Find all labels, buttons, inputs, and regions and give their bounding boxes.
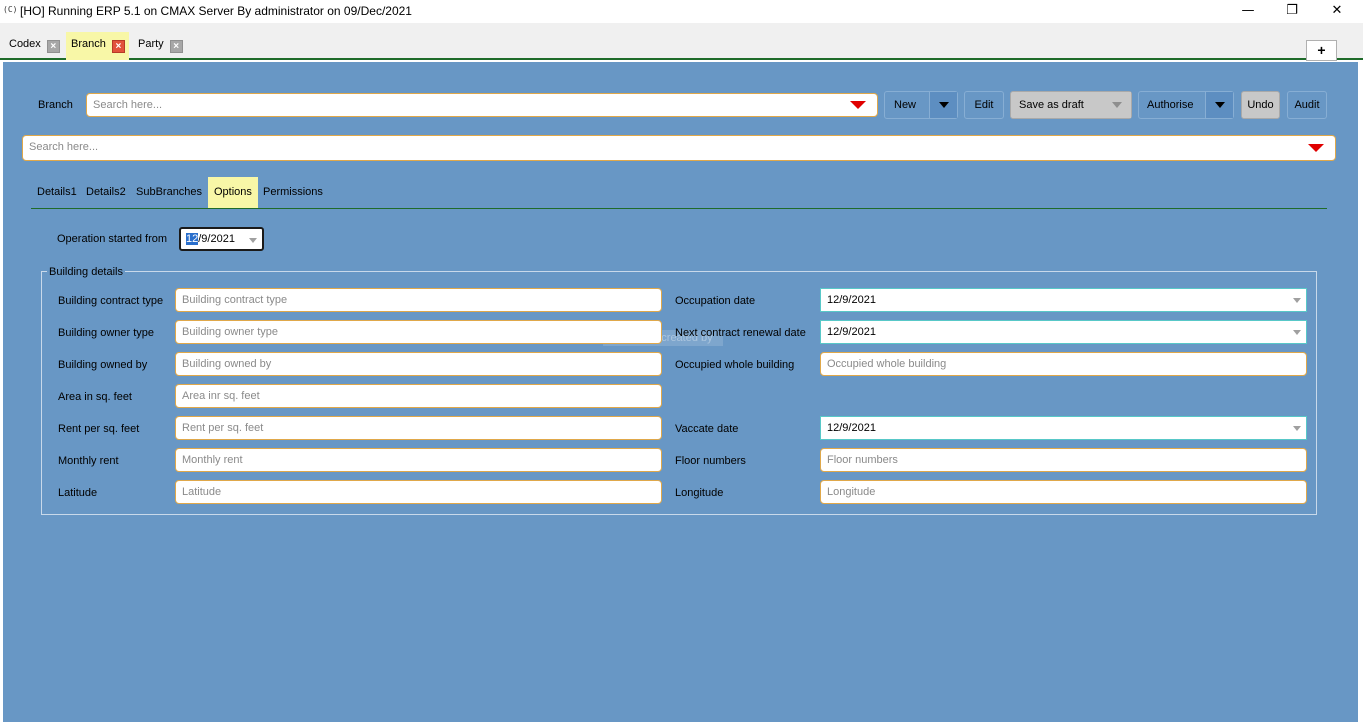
tab-details1[interactable]: Details1 <box>31 177 83 208</box>
edit-button[interactable]: Edit <box>964 91 1004 119</box>
document-tab-strip: Codex × Branch × Party × + <box>0 23 1363 61</box>
sub-tab-strip: Details1 Details2 SubBranches Options Pe… <box>31 177 1327 209</box>
tab-details2[interactable]: Details2 <box>80 177 132 208</box>
title-bar: (C) [HO] Running ERP 5.1 on CMAX Server … <box>0 0 1363 23</box>
new-dropdown-icon[interactable] <box>929 92 957 118</box>
tab-options[interactable]: Options <box>208 177 258 208</box>
building-owned-by-input[interactable]: Building owned by <box>175 352 662 376</box>
latitude-label: Latitude <box>58 487 98 499</box>
new-button[interactable]: New <box>884 91 958 119</box>
branch-search-input[interactable]: Search here... <box>86 93 878 117</box>
occupation-date-value: 12/9/2021 <box>827 294 876 306</box>
monthly-rent-label: Monthly rent <box>58 455 119 467</box>
vaccate-date-picker[interactable]: 12/9/2021 <box>820 416 1307 440</box>
record-search-input[interactable]: Search here... <box>22 135 1336 161</box>
doc-tab-label: Party <box>138 38 164 50</box>
dropdown-arrow-icon[interactable] <box>850 101 866 109</box>
tab-subbranches[interactable]: SubBranches <box>130 177 208 208</box>
placeholder: Floor numbers <box>827 454 898 466</box>
authorise-label: Authorise <box>1147 99 1194 111</box>
date-selected-part: 12 <box>186 233 199 245</box>
tab-close-icon[interactable]: × <box>46 40 60 53</box>
area-sq-feet-label: Area in sq. feet <box>58 391 132 403</box>
minimize-icon[interactable]: — <box>1234 2 1262 20</box>
placeholder: Monthly rent <box>182 454 243 466</box>
next-contract-renewal-date-picker[interactable]: 12/9/2021 <box>820 320 1307 344</box>
window-title: [HO] Running ERP 5.1 on CMAX Server By a… <box>20 4 412 18</box>
next-contract-renewal-label: Next contract renewal date <box>675 327 806 339</box>
new-button-label: New <box>894 99 917 111</box>
placeholder: Building owned by <box>182 358 272 370</box>
placeholder: Latitude <box>182 486 222 498</box>
branch-label: Branch <box>38 99 73 111</box>
doc-tab-branch[interactable]: Branch × <box>66 32 129 60</box>
area-sq-feet-input[interactable]: Area inr sq. feet <box>175 384 662 408</box>
authorise-dropdown-icon[interactable] <box>1205 92 1233 118</box>
operation-started-label: Operation started from <box>57 233 168 245</box>
vaccate-date-label: Vaccate date <box>675 423 739 435</box>
tab-permissions[interactable]: Permissions <box>257 177 329 208</box>
floor-numbers-label: Floor numbers <box>675 455 746 467</box>
tab-close-icon[interactable]: × <box>169 40 183 53</box>
placeholder: Area inr sq. feet <box>182 390 260 402</box>
app-icon: (C) <box>3 5 18 14</box>
occupied-whole-building-label: Occupied whole building <box>675 359 795 371</box>
save-draft-dropdown-icon[interactable] <box>1103 92 1131 118</box>
placeholder: Occupied whole building <box>827 358 947 370</box>
save-as-draft-label: Save as draft <box>1019 99 1084 111</box>
audit-button[interactable]: Audit <box>1287 91 1327 119</box>
building-contract-type-label: Building contract type <box>58 295 164 307</box>
rent-per-sq-feet-input[interactable]: Rent per sq. feet <box>175 416 662 440</box>
building-owner-type-label: Building owner type <box>58 327 155 339</box>
placeholder: Building contract type <box>182 294 288 306</box>
building-owned-by-label: Building owned by <box>58 359 148 371</box>
rent-per-sq-feet-label: Rent per sq. feet <box>58 423 140 435</box>
chevron-down-icon[interactable] <box>246 231 260 249</box>
building-contract-type-input[interactable]: Building contract type <box>175 288 662 312</box>
vaccate-date-value: 12/9/2021 <box>827 422 876 434</box>
dropdown-arrow-icon[interactable] <box>1308 144 1324 152</box>
tab-close-icon[interactable]: × <box>111 40 125 53</box>
longitude-input[interactable]: Longitude <box>820 480 1307 504</box>
record-search-placeholder: Search here... <box>29 141 99 153</box>
doc-tab-codex[interactable]: Codex × <box>4 32 64 60</box>
floor-numbers-input[interactable]: Floor numbers <box>820 448 1307 472</box>
branch-search-placeholder: Search here... <box>93 99 163 111</box>
chevron-down-icon[interactable] <box>1290 419 1304 437</box>
placeholder: Rent per sq. feet <box>182 422 264 434</box>
building-owner-type-input[interactable]: Building owner type <box>175 320 662 344</box>
chevron-down-icon[interactable] <box>1290 323 1304 341</box>
restore-icon[interactable]: ❐ <box>1278 2 1306 20</box>
next-renewal-date-value: 12/9/2021 <box>827 326 876 338</box>
doc-tab-label: Branch <box>71 38 106 50</box>
operation-date-value: 12/9/2021 <box>186 233 235 245</box>
placeholder: Longitude <box>827 486 876 498</box>
undo-button[interactable]: Undo <box>1241 91 1280 119</box>
building-details-legend: Building details <box>47 266 125 278</box>
doc-tab-party[interactable]: Party × <box>133 32 187 60</box>
latitude-input[interactable]: Latitude <box>175 480 662 504</box>
occupation-date-label: Occupation date <box>675 295 756 307</box>
add-tab-button[interactable]: + <box>1306 40 1337 61</box>
date-rest: /9/2021 <box>198 233 235 245</box>
longitude-label: Longitude <box>675 487 724 499</box>
occupied-whole-building-input[interactable]: Occupied whole building <box>820 352 1307 376</box>
chevron-down-icon[interactable] <box>1290 291 1304 309</box>
placeholder: Building owner type <box>182 326 279 338</box>
main-panel: Branch Search here... New Edit Save as d… <box>3 62 1358 722</box>
doc-tab-label: Codex <box>9 38 41 50</box>
close-icon[interactable]: ✕ <box>1323 2 1351 20</box>
save-as-draft-button[interactable]: Save as draft <box>1010 91 1132 119</box>
occupation-date-picker[interactable]: 12/9/2021 <box>820 288 1307 312</box>
authorise-button[interactable]: Authorise <box>1138 91 1234 119</box>
monthly-rent-input[interactable]: Monthly rent <box>175 448 662 472</box>
operation-started-date-picker[interactable]: 12/9/2021 <box>179 227 264 251</box>
